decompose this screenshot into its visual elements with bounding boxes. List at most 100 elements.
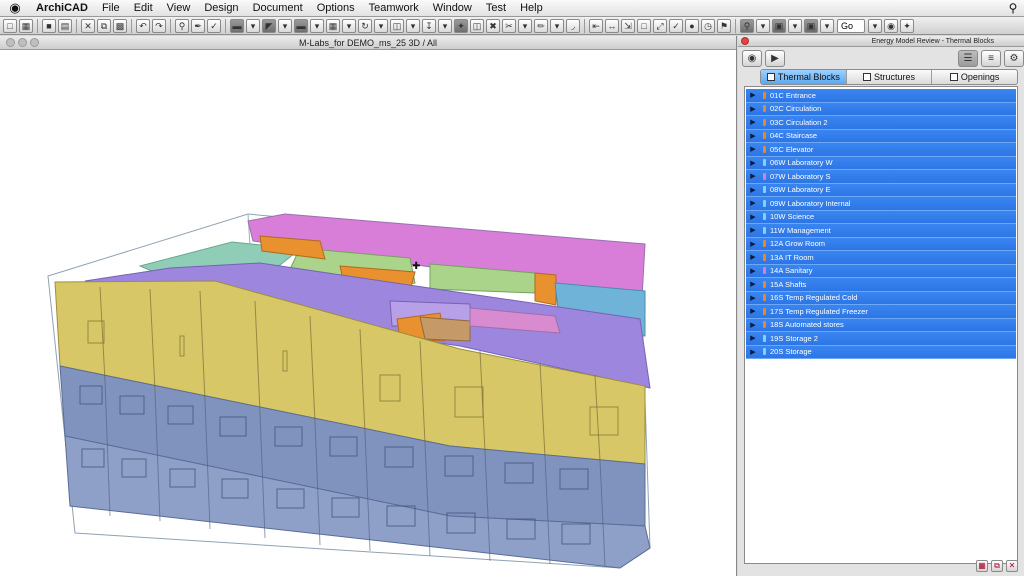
dropdown-arrow-icon[interactable]: ▾ [820, 18, 834, 33]
find-select-icon[interactable]: ⚲ [175, 18, 189, 33]
grid-snap-icon[interactable]: ▦ [326, 18, 340, 33]
add-block-icon[interactable]: ▦ [976, 560, 988, 572]
list-item[interactable]: ▶ 17S Temp Regulated Freezer [746, 305, 1016, 319]
menu-archicad[interactable]: ArchiCAD [30, 0, 95, 17]
list-item[interactable]: ▶ 14A Sanitary [746, 264, 1016, 278]
rotate-icon[interactable]: ↻ [358, 18, 372, 33]
stretch-icon[interactable]: ⇲ [621, 18, 635, 33]
view-icon[interactable]: ▣ [772, 18, 786, 33]
globe-icon[interactable]: ◉ [884, 18, 898, 33]
expand-arrow-icon[interactable]: ▶ [746, 294, 760, 302]
tab-openings[interactable]: Openings [932, 70, 1017, 84]
split-icon[interactable]: ◞ [566, 18, 580, 33]
dropdown-arrow-icon[interactable]: ▾ [374, 18, 388, 33]
3d-viewport[interactable]: ✚ [0, 51, 737, 576]
check-icon[interactable]: ✓ [669, 18, 683, 33]
zoom-icon[interactable]: ⚲ [740, 18, 754, 33]
menu-window[interactable]: Window [426, 0, 479, 17]
marquee-icon[interactable]: □ [637, 18, 651, 33]
go-select[interactable]: Go [837, 18, 865, 33]
spotlight-search-icon[interactable]: ⚲ [1002, 1, 1024, 15]
expand-arrow-icon[interactable]: ▶ [746, 253, 760, 261]
menu-document[interactable]: Document [246, 0, 310, 17]
scale-icon[interactable]: ◤ [262, 18, 276, 33]
menu-file[interactable]: File [95, 0, 127, 17]
list-item[interactable]: ▶ 05C Elevator [746, 143, 1016, 157]
expand-arrow-icon[interactable]: ▶ [746, 213, 760, 221]
list-item[interactable]: ▶ 20S Storage [746, 345, 1016, 359]
paste-icon[interactable]: ▩ [113, 18, 127, 33]
dropdown-arrow-icon[interactable]: ▾ [406, 18, 420, 33]
expand-arrow-icon[interactable]: ▶ [746, 172, 760, 180]
expand-arrow-icon[interactable]: ▶ [746, 118, 760, 126]
window-icon[interactable]: ◫ [470, 18, 484, 33]
dropdown-arrow-icon[interactable]: ▾ [342, 18, 356, 33]
list-item[interactable]: ▶ 08W Laboratory E [746, 183, 1016, 197]
duplicate-icon[interactable]: ⧉ [991, 560, 1003, 572]
tab-thermal-blocks[interactable]: Thermal Blocks [761, 70, 847, 84]
tree-view-icon[interactable]: ☰ [958, 49, 978, 67]
save-icon[interactable]: ■ [42, 18, 56, 33]
expand-arrow-icon[interactable]: ▶ [746, 240, 760, 248]
display-icon[interactable]: ▣ [804, 18, 818, 33]
gear-icon[interactable]: ⚙ [1004, 49, 1024, 67]
cross-icon[interactable]: ✖ [486, 18, 500, 33]
resize-icon[interactable]: ⤢ [653, 18, 667, 33]
thermal-blocks-list[interactable]: ▶ 01C Entrance ▶ 02C Circulation ▶ 03C Circ… [744, 86, 1018, 564]
menu-edit[interactable]: Edit [127, 0, 160, 17]
list-item[interactable]: ▶ 18S Automated stores [746, 318, 1016, 332]
align-icon[interactable]: ⇤ [589, 18, 603, 33]
expand-arrow-icon[interactable]: ▶ [746, 348, 760, 356]
list-item[interactable]: ▶ 10W Science [746, 210, 1016, 224]
menu-test[interactable]: Test [479, 0, 513, 17]
red-marker-icon[interactable]: ● [685, 18, 699, 33]
expand-arrow-icon[interactable]: ▶ [746, 334, 760, 342]
dropdown-arrow-icon[interactable]: ▾ [278, 18, 292, 33]
dropdown-arrow-icon[interactable]: ▾ [246, 18, 260, 33]
mirror-icon[interactable]: ◫ [390, 18, 404, 33]
expand-arrow-icon[interactable]: ▶ [746, 321, 760, 329]
energy-settings-icon[interactable]: ◉ [742, 49, 762, 67]
expand-arrow-icon[interactable]: ▶ [746, 105, 760, 113]
undo-icon[interactable]: ↶ [136, 18, 150, 33]
expand-arrow-icon[interactable]: ▶ [746, 132, 760, 140]
expand-arrow-icon[interactable]: ▶ [746, 159, 760, 167]
print-icon[interactable]: ▤ [58, 18, 72, 33]
list-item[interactable]: ▶ 07W Laboratory S [746, 170, 1016, 184]
dropdown-arrow-icon[interactable]: ▾ [310, 18, 324, 33]
list-item[interactable]: ▶ 03C Circulation 2 [746, 116, 1016, 130]
list-item[interactable]: ▶ 19S Storage 2 [746, 332, 1016, 346]
pencil-icon[interactable]: ✏ [534, 18, 548, 33]
tab-structures[interactable]: Structures [847, 70, 933, 84]
minimize-window-button[interactable] [18, 38, 27, 47]
delete-icon[interactable]: ✕ [1006, 560, 1018, 572]
list-view-icon[interactable]: ≡ [981, 49, 1001, 67]
apple-menu-icon[interactable]: ◉ [0, 0, 30, 16]
menu-view[interactable]: View [160, 0, 198, 17]
menu-help[interactable]: Help [513, 0, 550, 17]
dropdown-arrow-icon[interactable]: ▾ [518, 18, 532, 33]
expand-arrow-icon[interactable]: ▶ [746, 145, 760, 153]
dropdown-arrow-icon[interactable]: ▾ [756, 18, 770, 33]
expand-arrow-icon[interactable]: ▶ [746, 186, 760, 194]
clock-icon[interactable]: ◷ [701, 18, 715, 33]
list-item[interactable]: ▶ 11W Management [746, 224, 1016, 238]
expand-arrow-icon[interactable]: ▶ [746, 280, 760, 288]
list-item[interactable]: ▶ 04C Staircase [746, 129, 1016, 143]
eyedropper-icon[interactable]: ✒ [191, 18, 205, 33]
list-item[interactable]: ▶ 12A Grow Room [746, 237, 1016, 251]
expand-arrow-icon[interactable]: ▶ [746, 307, 760, 315]
new-file-icon[interactable]: □ [3, 18, 17, 33]
menu-teamwork[interactable]: Teamwork [362, 0, 426, 17]
expand-arrow-icon[interactable]: ▶ [746, 226, 760, 234]
close-palette-button[interactable] [741, 37, 749, 45]
dropdown-arrow-icon[interactable]: ▾ [788, 18, 802, 33]
zoom-window-button[interactable] [30, 38, 39, 47]
copy-icon[interactable]: ⧉ [97, 18, 111, 33]
close-window-button[interactable] [6, 38, 15, 47]
dropdown-arrow-icon[interactable]: ▾ [550, 18, 564, 33]
redo-icon[interactable]: ↷ [152, 18, 166, 33]
dropdown-arrow-icon[interactable]: ▾ [868, 18, 882, 33]
layer-combo-icon[interactable]: ▬ [230, 18, 244, 33]
distribute-icon[interactable]: ↔ [605, 18, 619, 33]
